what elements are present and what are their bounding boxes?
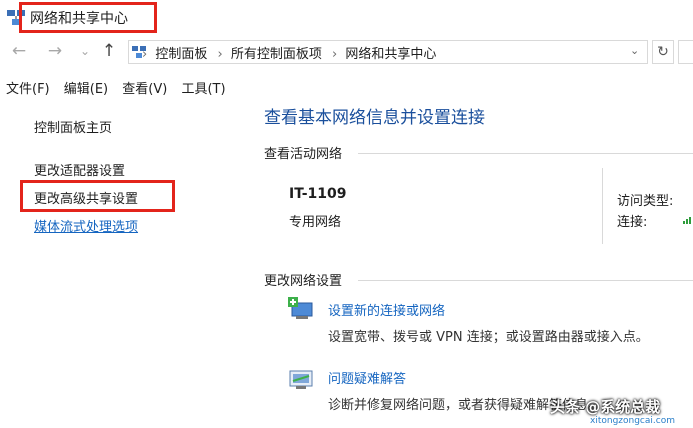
setup-connection-link[interactable]: 设置新的连接或网络 [328, 300, 445, 319]
search-input[interactable] [678, 40, 693, 64]
sidebar-home-link[interactable]: 控制面板主页 [34, 117, 112, 136]
new-connection-icon [288, 297, 313, 319]
breadcrumb-separator-icon: › [217, 47, 223, 62]
chevron-down-icon: ⌄ [79, 44, 91, 58]
troubleshoot-link[interactable]: 问题疑难解答 [328, 368, 406, 387]
network-name: IT-1109 [289, 186, 347, 202]
menu-view[interactable]: 查看(V) [122, 82, 167, 97]
page-title: 查看基本网络信息并设置连接 [264, 108, 485, 128]
up-button[interactable]: ↑ [98, 40, 120, 62]
menu-edit[interactable]: 编辑(E) [64, 82, 108, 97]
breadcrumb: › 控制面板 › 所有控制面板项 › 网络和共享中心 [140, 43, 440, 62]
breadcrumb-network-center[interactable]: 网络和共享中心 [345, 47, 436, 62]
sidebar-item-adapter-settings[interactable]: 更改适配器设置 [34, 160, 125, 179]
title-highlight-box [19, 2, 157, 33]
section-divider [358, 153, 693, 154]
wifi-signal-icon [683, 217, 691, 224]
menu-file[interactable]: 文件(F) [6, 82, 50, 97]
vertical-divider [602, 168, 603, 244]
refresh-button[interactable]: ↻ [652, 40, 674, 64]
menu-tools[interactable]: 工具(T) [181, 82, 225, 97]
setup-connection-desc: 设置宽带、拨号或 VPN 连接；或设置路由器或接入点。 [328, 330, 649, 345]
menu-bar: 文件(F) 编辑(E) 查看(V) 工具(T) [6, 78, 236, 97]
forward-button[interactable]: → [44, 40, 66, 62]
up-arrow-icon: ↑ [101, 41, 117, 61]
active-networks-title: 查看活动网络 [264, 147, 343, 162]
back-arrow-icon: ← [11, 41, 27, 61]
breadcrumb-separator-icon: › [332, 47, 338, 62]
watermark-url: xitongzongcai.com [590, 416, 675, 426]
sidebar-media-streaming-link[interactable]: 媒体流式处理选项 [34, 216, 138, 235]
address-dropdown-icon[interactable]: ⌄ [630, 44, 639, 57]
refresh-icon: ↻ [657, 44, 669, 60]
troubleshoot-icon [289, 370, 313, 389]
network-type-link[interactable]: 专用网络 [289, 211, 341, 230]
advanced-sharing-highlight-box [20, 180, 175, 212]
back-button[interactable]: ← [8, 40, 30, 62]
change-settings-title: 更改网络设置 [264, 274, 343, 289]
breadcrumb-control-panel[interactable]: 控制面板 [155, 47, 207, 62]
breadcrumb-separator-icon: › [142, 47, 148, 62]
section-divider [358, 280, 693, 281]
breadcrumb-all-items[interactable]: 所有控制面板项 [231, 47, 322, 62]
connections-label: 连接: [617, 215, 648, 230]
watermark-text: 头条 @系统总裁 [550, 398, 661, 416]
recent-locations-button[interactable]: ⌄ [74, 40, 96, 62]
forward-arrow-icon: → [47, 41, 63, 61]
access-type-label: 访问类型: [617, 194, 674, 209]
